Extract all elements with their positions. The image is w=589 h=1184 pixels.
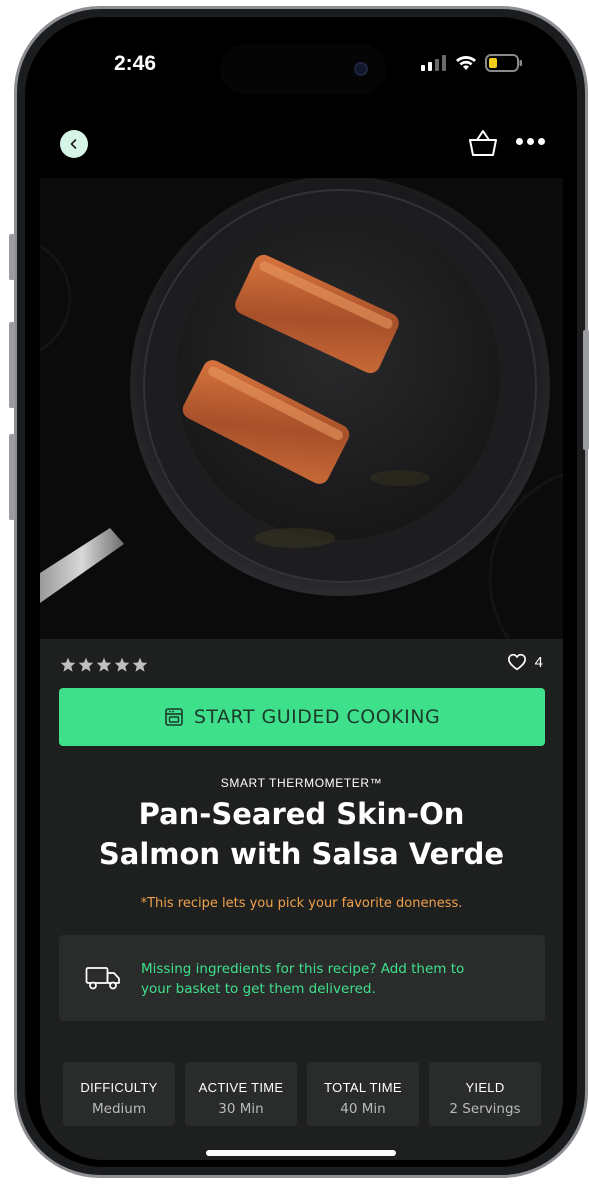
status-time: 2:46 [114,52,157,75]
action-button [9,234,15,280]
more-options-button[interactable] [516,138,545,145]
basket-icon [469,130,497,156]
recipe-title-line-2: Salmon with Salsa Verde [98,837,505,871]
star-icon [96,657,112,672]
salmon-pan-illustration [40,178,563,639]
star-icon [78,657,94,672]
dynamic-island [220,44,386,94]
status-bar: 2:46 [40,24,563,108]
star-icon [114,657,130,672]
stat-label: ACTIVE TIME [198,1080,284,1095]
star-icon [60,657,76,672]
favorite-count: 4 [534,653,543,671]
app-bar [40,108,563,178]
recipe-title-line-1: Pan-Seared Skin-On [138,797,465,831]
basket-button[interactable] [467,128,499,162]
stat-value: 2 Servings [449,1101,521,1117]
missing-text-line-2: your basket to get them delivered. [141,981,376,997]
star-icon [132,657,148,672]
camera-icon [354,62,368,76]
stat-label: YIELD [465,1080,505,1095]
doneness-note: *This recipe lets you pick your favorite… [140,896,463,911]
cta-label: START GUIDED COOKING [193,706,441,728]
missing-ingredients-card[interactable]: Missing ingredients for this recipe? Add… [59,935,545,1021]
status-icons [421,54,523,72]
chevron-left-icon [70,139,77,149]
stat-total-time: TOTAL TIME 40 Min [307,1062,419,1126]
stat-yield: YIELD 2 Servings [429,1062,541,1126]
more-horizontal-icon [516,138,523,145]
screen: 2:46 4 START GUIDED COOKING SMART THERMO… [40,24,563,1160]
start-guided-cooking-button[interactable]: START GUIDED COOKING [59,688,545,746]
stat-value: 40 Min [340,1101,386,1117]
star-rating[interactable] [60,657,148,672]
recipe-title: Pan-Seared Skin-On Salmon with Salsa Ver… [60,794,543,874]
home-indicator[interactable] [206,1150,396,1156]
volume-up-button [9,322,15,408]
battery-icon [485,54,522,72]
stat-label: DIFFICULTY [80,1080,158,1095]
truck-icon [85,967,120,990]
back-button[interactable] [60,130,88,158]
heart-icon [507,653,526,671]
missing-ingredients-text: Missing ingredients for this recipe? Add… [141,959,521,999]
stat-label: TOTAL TIME [324,1080,402,1095]
recipe-kicker: SMART THERMOMETER™ [220,776,383,790]
stat-difficulty: DIFFICULTY Medium [63,1062,175,1126]
stat-active-time: ACTIVE TIME 30 Min [185,1062,297,1126]
cellular-signal-icon [421,55,446,71]
power-button [583,330,589,450]
recipe-stats: DIFFICULTY Medium ACTIVE TIME 30 Min TOT… [63,1062,541,1126]
recipe-hero-image [40,178,563,639]
favorite-button[interactable]: 4 [507,653,543,671]
missing-text-line-1: Missing ingredients for this recipe? Add… [141,961,465,977]
volume-down-button [9,434,15,520]
wifi-icon [456,56,476,70]
stat-value: 30 Min [218,1101,264,1117]
oven-icon [165,708,183,726]
stat-value: Medium [92,1101,146,1117]
rating-row: 4 [40,639,563,685]
